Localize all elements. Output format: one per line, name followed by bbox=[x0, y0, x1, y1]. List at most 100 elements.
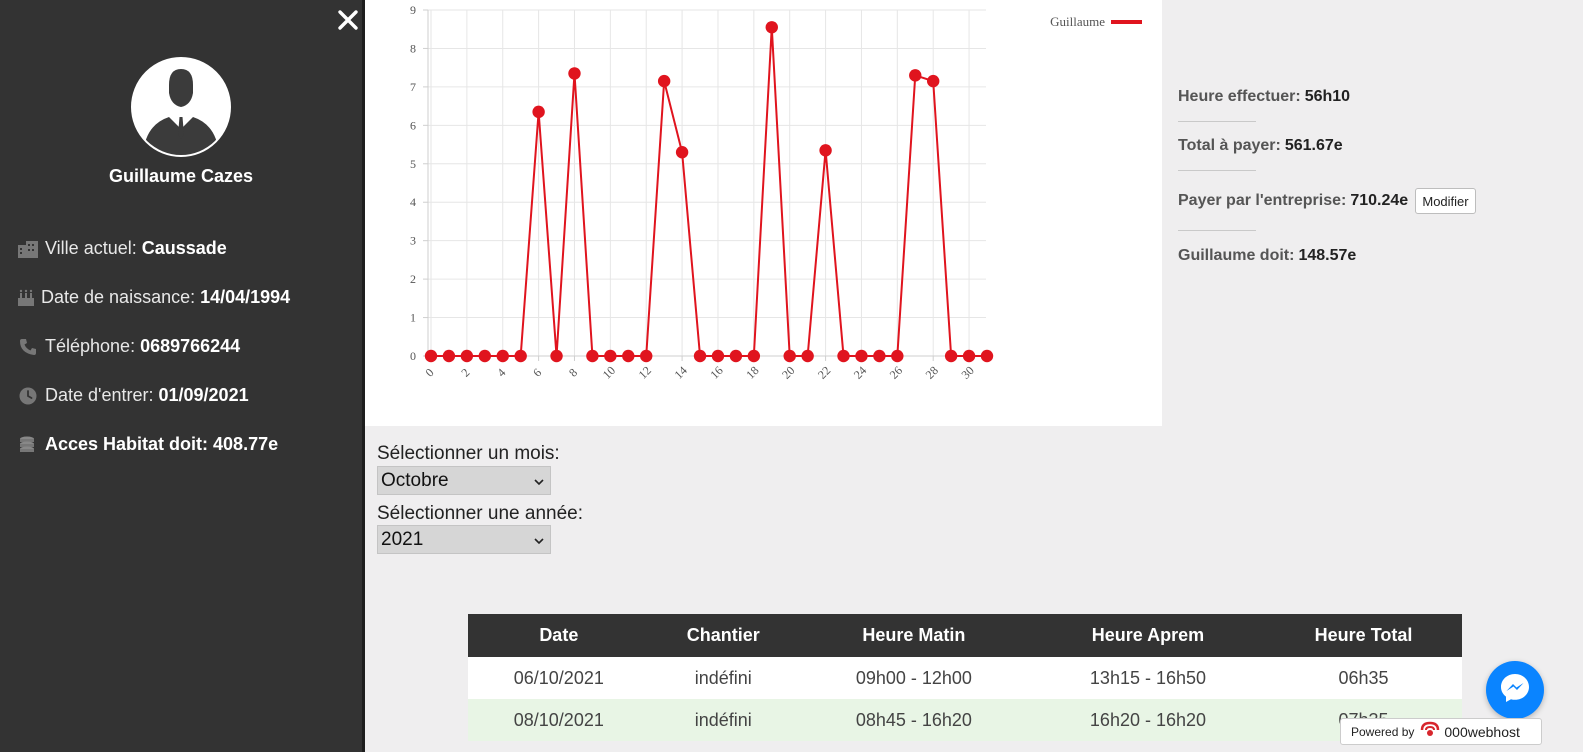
chevron-down-icon bbox=[534, 470, 544, 492]
info-telephone: Téléphone: 0689766244 bbox=[17, 336, 240, 357]
ville-value: Caussade bbox=[141, 238, 227, 258]
data-point bbox=[514, 349, 527, 363]
data-point bbox=[873, 349, 886, 363]
y-tick-label: 3 bbox=[410, 234, 416, 248]
dette-value: 408.77e bbox=[213, 434, 279, 454]
y-tick-label: 9 bbox=[410, 3, 416, 17]
info-naissance: Date de naissance: 14/04/1994 bbox=[17, 287, 290, 308]
series-line-guillaume bbox=[431, 27, 987, 357]
cell-date: 08/10/2021 bbox=[468, 699, 650, 741]
data-point bbox=[819, 144, 832, 157]
y-tick-label: 1 bbox=[410, 311, 416, 325]
data-point bbox=[657, 74, 671, 88]
entree-value: 01/09/2021 bbox=[158, 385, 249, 405]
cell-chantier: indéfini bbox=[649, 657, 797, 699]
cell-aprem: 16h20 - 16h20 bbox=[1030, 699, 1266, 741]
data-point bbox=[532, 105, 545, 119]
x-tick-label: 12 bbox=[636, 363, 654, 381]
legend-label: Guillaume bbox=[1050, 14, 1105, 29]
info-dette: Acces Habitat doit: 408.77e bbox=[17, 434, 278, 455]
y-tick-label: 2 bbox=[410, 272, 416, 286]
entreprise-label: Payer par l'entreprise: bbox=[1178, 192, 1347, 209]
heures-label: Heure effectuer: bbox=[1178, 88, 1301, 105]
powered-label: Powered by bbox=[1351, 724, 1415, 739]
data-point bbox=[801, 349, 814, 363]
chevron-down-icon bbox=[534, 529, 544, 551]
summary-entreprise: Payer par l'entreprise: 710.24e bbox=[1178, 192, 1408, 210]
x-tick-label: 26 bbox=[887, 363, 905, 381]
building-icon bbox=[17, 239, 39, 259]
col-aprem-header: Heure Aprem bbox=[1030, 614, 1266, 657]
x-tick-label: 28 bbox=[923, 363, 941, 381]
x-tick-label: 22 bbox=[815, 363, 833, 381]
data-point bbox=[693, 349, 707, 363]
entree-label: Date d'entrer: bbox=[45, 385, 154, 405]
divider bbox=[1178, 121, 1256, 122]
hours-table: Date Chantier Heure Matin Heure Aprem He… bbox=[468, 614, 1462, 741]
data-point bbox=[622, 349, 635, 363]
data-point bbox=[568, 67, 581, 80]
messenger-chat-button[interactable] bbox=[1486, 661, 1544, 719]
data-point bbox=[586, 349, 599, 363]
data-point bbox=[424, 349, 438, 363]
y-tick-label: 6 bbox=[410, 118, 416, 132]
powered-by-badge[interactable]: Powered by 000webhost bbox=[1340, 718, 1542, 745]
col-total-header: Heure Total bbox=[1265, 614, 1462, 657]
col-matin-header: Heure Matin bbox=[796, 614, 1031, 657]
data-point bbox=[980, 349, 994, 363]
hours-line-chart: 01234567890 2 4 6 8 10 12 14 16 18 20 22 24 26 28 30 Gu… bbox=[410, 3, 1142, 382]
year-select-value: 2021 bbox=[381, 528, 424, 550]
x-tick-label: 0 bbox=[423, 366, 437, 380]
cell-date: 06/10/2021 bbox=[468, 657, 650, 699]
data-point bbox=[926, 74, 940, 88]
x-tick-label: 14 bbox=[671, 363, 689, 381]
cell-matin: 08h45 - 16h20 bbox=[796, 699, 1031, 741]
cell-total: 06h35 bbox=[1265, 657, 1462, 699]
divider bbox=[1178, 230, 1256, 231]
naissance-value: 14/04/1994 bbox=[200, 287, 291, 307]
year-select[interactable]: 2021 bbox=[377, 525, 551, 554]
data-point bbox=[855, 349, 868, 363]
data-point bbox=[460, 349, 474, 363]
webhost-logo-icon bbox=[1420, 721, 1440, 742]
data-point bbox=[675, 146, 689, 159]
data-point bbox=[962, 349, 976, 363]
hours-chart-panel: 0 1 2 3 4 5 6 7 8 9 0 2 4 6 8 10 12 14 16 18 20 22 24 26 28 30 Gu… bbox=[365, 0, 1162, 426]
data-point bbox=[837, 349, 850, 363]
naissance-label: Date de naissance: bbox=[41, 287, 196, 307]
webhost-brand-name: 000webhost bbox=[1444, 723, 1520, 740]
doit-label: Guillaume doit: bbox=[1178, 247, 1295, 264]
month-select[interactable]: Octobre bbox=[377, 466, 551, 495]
modifier-button[interactable]: Modifier bbox=[1415, 188, 1476, 214]
info-entree: Date d'entrer: 01/09/2021 bbox=[17, 385, 249, 406]
x-tick-label: 18 bbox=[743, 363, 761, 381]
coins-icon bbox=[17, 435, 39, 455]
table-row: 08/10/2021 indéfini 08h45 - 16h20 16h20 … bbox=[468, 699, 1462, 741]
summary-heures: Heure effectuer: 56h10 bbox=[1178, 88, 1350, 106]
y-tick-label: 5 bbox=[410, 157, 416, 171]
messenger-icon bbox=[1498, 671, 1532, 710]
data-point bbox=[765, 21, 778, 34]
ville-label: Ville actuel: bbox=[45, 238, 137, 258]
y-tick-label: 7 bbox=[410, 80, 416, 94]
data-point bbox=[442, 349, 456, 363]
x-tick-label: 8 bbox=[566, 366, 580, 380]
divider bbox=[1178, 170, 1256, 171]
x-tick-label: 2 bbox=[458, 366, 472, 380]
col-date-header: Date bbox=[468, 614, 650, 657]
x-tick-label: 20 bbox=[779, 363, 797, 381]
data-point bbox=[711, 349, 725, 363]
data-point bbox=[909, 69, 922, 82]
close-icon[interactable] bbox=[336, 8, 360, 32]
birthday-cake-icon bbox=[17, 288, 35, 308]
x-tick-label: 4 bbox=[494, 366, 508, 380]
info-ville: Ville actuel: Caussade bbox=[17, 238, 227, 259]
user-name: Guillaume Cazes bbox=[108, 166, 254, 186]
cell-aprem: 13h15 - 16h50 bbox=[1030, 657, 1266, 699]
x-tick-label: 10 bbox=[600, 363, 618, 381]
telephone-label: Téléphone: bbox=[45, 336, 136, 356]
y-tick-label: 4 bbox=[410, 195, 416, 209]
cell-chantier: indéfini bbox=[649, 699, 797, 741]
doit-value: 148.57e bbox=[1298, 247, 1357, 264]
x-tick-label: 16 bbox=[707, 363, 725, 381]
